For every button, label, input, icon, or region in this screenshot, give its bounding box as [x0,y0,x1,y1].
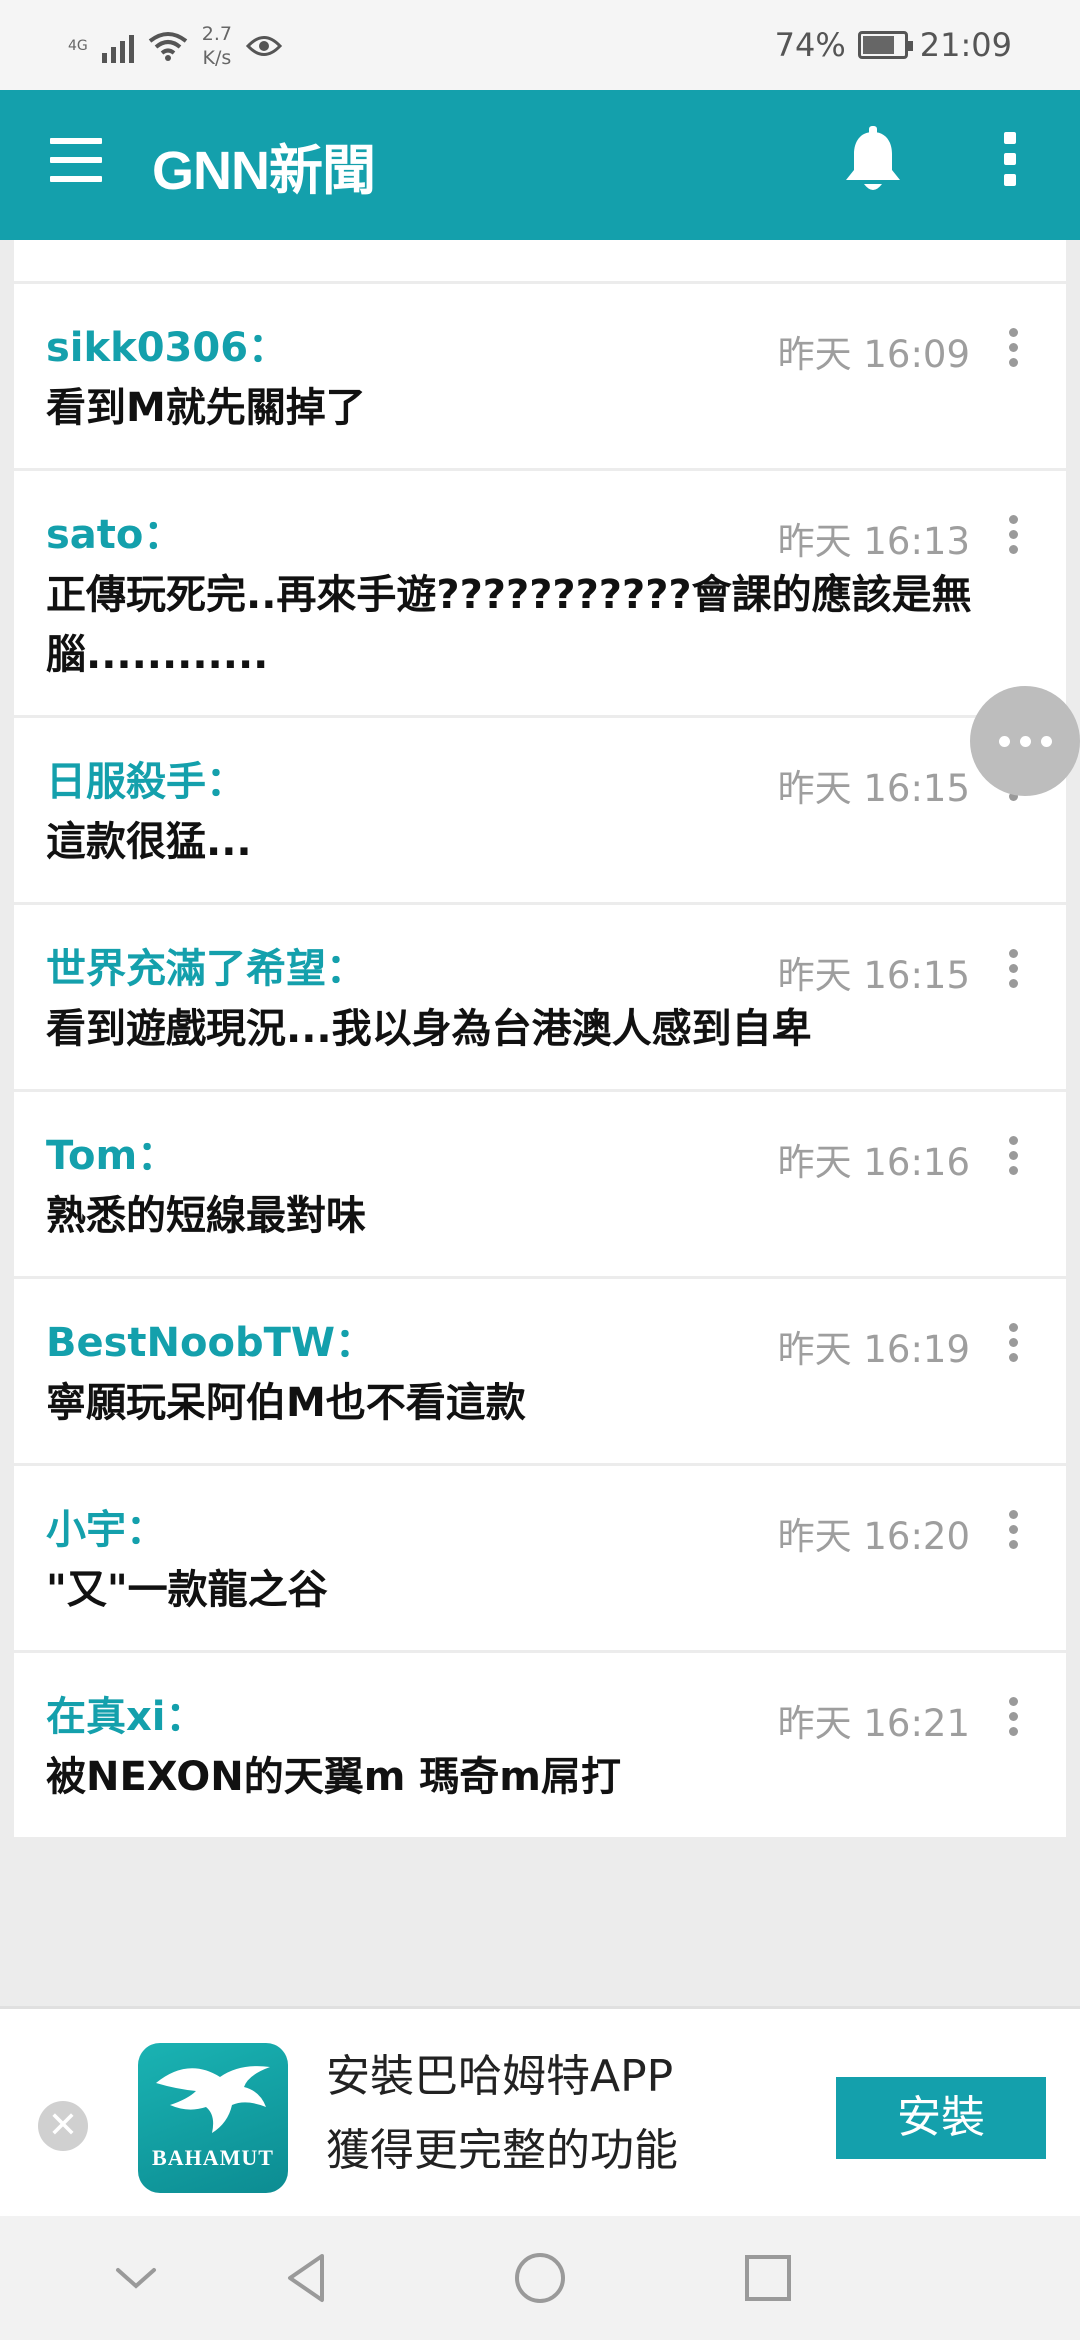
more-vertical-icon[interactable] [1002,949,1024,989]
status-left: 4G 2.7 K/s [68,22,282,70]
banner-title: 安裝巴哈姆特APP [326,2051,674,2102]
more-vertical-icon[interactable] [1002,1136,1024,1176]
battery-percent: 74% [774,26,846,64]
comment-time: 昨天 16:16 [777,1141,970,1184]
network-speed: 2.7 K/s [202,22,232,70]
comment-text: 看到遊戲現況...我以身為台港澳人感到自卑 [46,1006,812,1052]
install-button[interactable]: 安裝 [836,2077,1046,2159]
comment-text: 這款很猛... [46,819,252,865]
recents-square-icon[interactable] [736,2246,800,2310]
chevron-down-icon[interactable] [104,2246,168,2310]
signal-icon [101,29,134,63]
comment-text: 熟悉的短線最對味 [46,1193,366,1239]
app-title: GNN新聞 [152,141,376,201]
logo-text: BAHAMUT [152,2145,274,2170]
network-type: 4G [68,37,88,54]
banner-subtitle: 獲得更完整的功能 [326,2125,678,2176]
more-vertical-icon[interactable] [1002,328,1024,368]
more-vertical-icon[interactable] [995,132,1025,192]
comment-text: 看到M就先關掉了 [46,385,366,431]
comment-item: BestNoobTW： 昨天 16:19 寧願玩呆阿伯M也不看這款 [14,1279,1066,1466]
comment-time: 昨天 16:15 [777,954,970,997]
comment-text: 寧願玩呆阿伯M也不看這款 [46,1380,526,1426]
comment-item: sikk0306： 昨天 16:09 看到M就先關掉了 [14,284,1066,471]
more-vertical-icon[interactable] [1002,1697,1024,1737]
wifi-icon [148,32,187,61]
bahamut-logo: BAHAMUT [138,2043,288,2193]
system-nav-bar [0,2216,1080,2340]
hamburger-icon[interactable] [50,138,102,182]
comment-list-top [14,240,1066,284]
install-app-banner: ✕ BAHAMUT 安裝巴哈姆特APP 獲得更完整的功能 安裝 [0,2006,1080,2216]
network-speed-value: 2.7 [201,23,232,45]
back-triangle-icon[interactable] [276,2246,340,2310]
battery-icon [857,31,913,59]
clock: 21:09 [919,26,1012,64]
app-bar: GNN新聞 [0,90,1080,240]
more-vertical-icon[interactable] [1002,1510,1024,1550]
comment-item: 在真xi： 昨天 16:21 被NEXON的天翼m 瑪奇m屌打 [14,1653,1066,1840]
network-speed-unit: K/s [202,47,232,69]
comment-text: 正傳玩死完..再來手遊???????????會課的應該是無腦..........… [46,572,972,678]
comment-time: 昨天 16:20 [777,1515,970,1558]
comment-time: 昨天 16:13 [777,520,970,563]
home-circle-icon[interactable] [508,2246,572,2310]
comment-item: 小宇： 昨天 16:20 "又"一款龍之谷 [14,1466,1066,1653]
comment-time: 昨天 16:15 [777,767,970,810]
comment-time: 昨天 16:09 [777,333,970,376]
comment-item: Tom： 昨天 16:16 熟悉的短線最對味 [14,1092,1066,1279]
comment-text: 被NEXON的天翼m 瑪奇m屌打 [46,1754,621,1800]
bell-icon[interactable] [840,126,906,196]
more-vertical-icon[interactable] [1002,515,1024,555]
close-icon[interactable]: ✕ [38,2101,88,2151]
status-bar: 4G 2.7 K/s 74% 21:09 [0,0,1080,90]
dragon-icon [156,2066,270,2133]
comment-item: 日服殺手： 昨天 16:15 這款很猛... [14,718,1066,905]
more-horizontal-icon[interactable] [970,686,1080,796]
status-right: 74% 21:09 [775,26,1012,64]
comment-text: "又"一款龍之谷 [46,1567,328,1613]
eye-comfort-icon [245,36,282,56]
comment-list: sikk0306： 昨天 16:09 看到M就先關掉了 sato： 昨天 16:… [14,240,1066,1840]
comment-time: 昨天 16:19 [777,1328,970,1371]
more-vertical-icon[interactable] [1002,1323,1024,1363]
comment-time: 昨天 16:21 [777,1702,970,1745]
comment-item: sato： 昨天 16:13 正傳玩死完..再來手遊???????????會課的… [14,471,1066,718]
comment-item: 世界充滿了希望： 昨天 16:15 看到遊戲現況...我以身為台港澳人感到自卑 [14,905,1066,1092]
